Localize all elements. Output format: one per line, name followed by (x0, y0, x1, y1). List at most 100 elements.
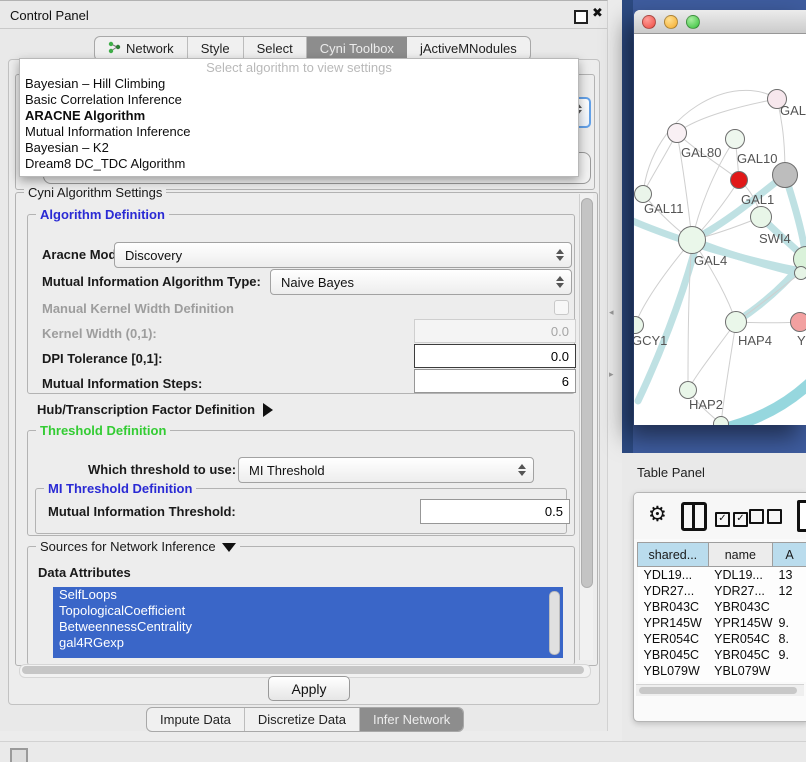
table-row[interactable]: YLR345WYLR345W9. (638, 679, 806, 682)
table-cell: YDR27... (708, 583, 772, 599)
network-window-titlebar[interactable] (634, 10, 806, 34)
table-row[interactable]: YBR043CYBR043C (638, 599, 806, 615)
node-gal4[interactable] (678, 226, 706, 254)
mi-threshold-definition-group: MI Threshold Definition Mutual Informati… (35, 488, 567, 534)
algorithm-option[interactable]: Bayesian – K2 (20, 140, 578, 156)
algorithm-dropdown-prompt: Select algorithm to view settings (20, 59, 578, 76)
mi-type-combo[interactable]: Naive Bayes (270, 269, 572, 295)
tab-impute-data[interactable]: Impute Data (147, 708, 245, 731)
table-hscrollbar[interactable] (636, 684, 804, 696)
node-hap4[interactable] (725, 311, 747, 333)
data-attributes-list: SelfLoopsTopologicalCoefficientBetweenne… (53, 587, 563, 658)
attributes-scrollbar-thumb[interactable] (549, 591, 560, 655)
network-view-window: GALGAL80GAL10GAL1GAL11SWI4GAL4GCY1HAP4YH… (634, 10, 806, 425)
tab-style[interactable]: Style (188, 37, 244, 60)
attribute-item[interactable]: SelfLoops (53, 587, 563, 603)
which-threshold-combo[interactable]: MI Threshold (238, 457, 534, 483)
tab-select[interactable]: Select (244, 37, 307, 60)
table-cell: YBL079W (638, 663, 709, 679)
table-row[interactable]: YPR145WYPR145W9. (638, 615, 806, 631)
settings-scrollbar[interactable] (579, 194, 593, 660)
algorithm-option[interactable]: Basic Correlation Inference (20, 92, 578, 108)
mi-threshold-label: Mutual Information Threshold: (48, 504, 236, 519)
mac-minimize-button[interactable] (664, 15, 678, 29)
attribute-item[interactable]: BetweennessCentrality (53, 619, 563, 635)
expand-right-icon (263, 403, 273, 417)
node-right-small[interactable] (794, 266, 806, 280)
gear-icon[interactable]: ⚙ (648, 502, 667, 526)
table-cell: YBL079W (708, 663, 772, 679)
node-label-swi4: SWI4 (759, 231, 791, 246)
deselect-all-icon[interactable] (749, 509, 785, 527)
mi-steps-value: 6 (562, 374, 569, 389)
attribute-item[interactable]: TopologicalCoefficient (53, 603, 563, 619)
attribute-item[interactable]: gal4RGexp (53, 635, 563, 651)
tab-label: Infer Network (373, 712, 450, 727)
node-gal10[interactable] (725, 129, 745, 149)
settings-hscrollbar-thumb[interactable] (22, 666, 584, 674)
aracne-mode-combo[interactable]: Discovery (114, 242, 572, 268)
manual-kernel-checkbox[interactable] (554, 300, 569, 315)
tab-label: Select (257, 41, 293, 56)
table-row[interactable]: YBR045CYBR045C9. (638, 647, 806, 663)
table-toolbar: ⚙ ✓✓ (634, 493, 806, 539)
tab-network[interactable]: Network (95, 37, 188, 60)
tab-jactivemnodules[interactable]: jActiveMNodules (407, 37, 530, 60)
table-row[interactable]: YBL079WYBL079W (638, 663, 806, 679)
kernel-width-value: 0.0 (551, 324, 569, 339)
algorithm-option[interactable]: Bayesian – Hill Climbing (20, 76, 578, 92)
table-row[interactable]: YDL19...YDL19...13 (638, 567, 806, 584)
node-label-gal10: GAL10 (737, 151, 777, 166)
node-bottom[interactable] (713, 416, 729, 425)
tab-infer-network[interactable]: Infer Network (360, 708, 463, 731)
columns-icon[interactable] (681, 502, 707, 531)
tab-label: Network (126, 41, 174, 56)
node-gal80[interactable] (667, 123, 687, 143)
apply-button[interactable]: Apply (268, 676, 350, 701)
splitter-grip[interactable]: ▸ (609, 370, 615, 378)
minimized-panel-icon[interactable] (10, 748, 28, 762)
column-header-shared[interactable]: shared... (638, 543, 709, 567)
tab-label: Impute Data (160, 712, 231, 727)
node-red[interactable] (730, 171, 748, 189)
algorithm-option[interactable]: Mutual Information Inference (20, 124, 578, 140)
node-gal1[interactable] (750, 206, 772, 228)
hub-definition-toggle[interactable]: Hub/Transcription Factor Definition (37, 402, 273, 417)
table-cell: 12 (773, 583, 806, 599)
algorithm-option[interactable]: Dream8 DC_TDC Algorithm (20, 156, 578, 172)
algorithm-dropdown-popup: Select algorithm to view settings Bayesi… (19, 58, 579, 177)
dpi-tolerance-field[interactable]: 0.0 (414, 344, 576, 368)
tab-discretize-data[interactable]: Discretize Data (245, 708, 360, 731)
hub-definition-label: Hub/Transcription Factor Definition (37, 402, 255, 417)
close-icon[interactable]: ✖ (592, 6, 603, 21)
cyni-toolbox-panel: Select algorithm to view settings Bayesi… (8, 59, 600, 705)
table-cell: 9. (773, 615, 806, 631)
settings-scrollbar-thumb[interactable] (581, 198, 593, 588)
table-scroll-area[interactable]: shared...nameA YDL19...YDL19...13YDR27..… (637, 542, 806, 682)
network-icon (108, 41, 121, 57)
table-row[interactable]: YDR27...YDR27...12 (638, 583, 806, 599)
sources-group-title[interactable]: Sources for Network Inference (36, 539, 240, 554)
mi-threshold-field[interactable]: 0.5 (420, 499, 570, 524)
node-salmon[interactable] (790, 312, 806, 332)
mi-steps-field[interactable]: 6 (414, 369, 576, 393)
table-row[interactable]: YER054CYER054C8. (638, 631, 806, 647)
column-header-name[interactable]: name (708, 543, 772, 567)
table-cell: 9. (773, 647, 806, 663)
float-window-icon[interactable] (574, 10, 588, 24)
network-canvas[interactable]: GALGAL80GAL10GAL1GAL11SWI4GAL4GCY1HAP4YH… (634, 33, 806, 425)
mac-zoom-button[interactable] (686, 15, 700, 29)
mac-close-button[interactable] (642, 15, 656, 29)
export-table-icon[interactable] (797, 500, 806, 532)
table-cell: 9. (773, 679, 806, 682)
column-header-A[interactable]: A (773, 543, 806, 567)
algorithm-option[interactable]: ARACNE Algorithm (20, 108, 578, 124)
mi-type-value: Naive Bayes (271, 275, 553, 290)
tab-cyni-toolbox[interactable]: Cyni Toolbox (307, 37, 407, 60)
kernel-width-field[interactable]: 0.0 (414, 319, 576, 343)
combo-spinner-icon (553, 276, 566, 288)
select-all-icon[interactable]: ✓✓ (715, 509, 751, 527)
table-hscrollbar-thumb[interactable] (639, 687, 797, 694)
tab-label: jActiveMNodules (420, 41, 517, 56)
splitter-grip[interactable]: ◂ (609, 308, 615, 316)
